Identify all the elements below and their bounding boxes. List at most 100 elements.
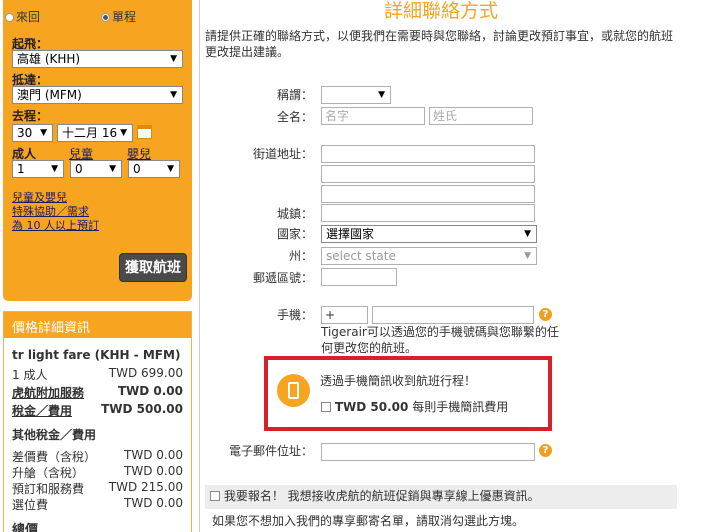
- price-row: 預訂和服務費 TWD 215.00: [12, 480, 183, 497]
- mobile-number-input[interactable]: [372, 306, 534, 324]
- one-way-label: 單程: [112, 10, 137, 24]
- sms-itinerary-box: 透過手機簡訊收到航班行程！ TWD 50.00 每則手機簡訊費用: [264, 356, 552, 431]
- fare-title: tr light fare (KHH - MFM): [12, 348, 183, 362]
- price-row: 差價費（含稅） TWD 0.00: [12, 448, 183, 465]
- adults-value: 1: [17, 162, 25, 176]
- sms-description: 每則手機簡訊費用: [412, 400, 509, 414]
- price-row-label: 升艙（含稅）: [12, 466, 85, 480]
- email-label: 電子郵件位址：: [228, 444, 313, 458]
- depart-label: 去程：: [12, 109, 49, 123]
- adults-select[interactable]: 1 ▼: [12, 160, 64, 178]
- to-select[interactable]: 澳門 (MFM) ▼: [12, 86, 183, 104]
- country-label: 國家：: [276, 227, 313, 241]
- taxes-fees-link[interactable]: 稅金／費用: [12, 404, 72, 418]
- infants-select[interactable]: 0 ▼: [128, 160, 180, 178]
- last-name-input[interactable]: 姓氏: [429, 107, 533, 125]
- from-select[interactable]: 高雄 (KHH) ▼: [12, 50, 183, 68]
- page-title: 詳細聯絡方式: [384, 0, 499, 22]
- help-icon[interactable]: ?: [539, 444, 552, 457]
- price-row-amount: TWD 0.00: [124, 464, 183, 478]
- price-row-label: 預訂和服務費: [12, 482, 85, 496]
- depart-day-value: 30: [17, 126, 33, 140]
- newsletter-checkbox[interactable]: [210, 491, 220, 501]
- mobile-country-code-input[interactable]: +: [321, 306, 368, 324]
- price-row: 升艙（含稅） TWD 0.00: [12, 464, 183, 481]
- chevron-down-icon: ▼: [524, 229, 531, 239]
- chevron-down-icon: ▼: [170, 54, 177, 64]
- group-booking-link[interactable]: 為 10 人以上預訂: [12, 217, 99, 233]
- price-row: 1 成人 TWD 699.00: [12, 366, 183, 383]
- country-select[interactable]: 選擇國家 ▼: [321, 225, 537, 243]
- price-row-label: 1 成人: [12, 368, 48, 382]
- street-address-line3[interactable]: [321, 185, 535, 203]
- price-row-amount: TWD 215.00: [108, 480, 183, 494]
- street-address-label: 街道地址：: [252, 147, 313, 161]
- sms-checkbox[interactable]: [321, 402, 331, 412]
- postcode-label: 郵遞區號：: [252, 271, 313, 285]
- price-row-amount: TWD 500.00: [101, 402, 183, 416]
- depart-month-value: 十二月 16: [62, 126, 118, 140]
- mobile-phone-icon: [277, 374, 310, 407]
- sms-title: 透過手機簡訊收到航班行程！: [320, 374, 477, 388]
- chevron-down-icon: ▼: [40, 128, 47, 138]
- intro-text: 請提供正確的聯絡方式，以便我們在需要時與您聯絡，討論更改預訂事宜，或就您的航班更…: [205, 29, 674, 59]
- price-row-amount: TWD 0.00: [117, 384, 183, 398]
- price-details-panel: 價格詳細資訊 tr light fare (KHH - MFM) 1 成人 TW…: [3, 311, 192, 532]
- chevron-down-icon: ▼: [167, 164, 174, 174]
- total-label-text: 總價: [12, 523, 39, 532]
- city-label: 城鎮：: [276, 207, 313, 221]
- depart-month-select[interactable]: 十二月 16 ▼: [57, 124, 133, 142]
- total-label: 總價: [12, 519, 183, 532]
- newsletter-description: 我想接收虎航的航班促銷與專享線上優惠資訊。: [287, 489, 540, 503]
- price-details-header: 價格詳細資訊: [4, 312, 191, 338]
- one-way-radio[interactable]: 單程: [101, 8, 136, 25]
- salutation-select[interactable]: ▼: [321, 86, 391, 104]
- chevron-down-icon: ▼: [524, 251, 531, 261]
- children-value: 0: [75, 162, 83, 176]
- sms-option-row[interactable]: TWD 50.00 每則手機簡訊費用: [321, 398, 508, 415]
- price-row: 選位費 TWD 0.00: [12, 496, 183, 513]
- first-name-input[interactable]: 名字: [321, 107, 425, 125]
- state-value: select state: [326, 249, 396, 263]
- to-value: 澳門 (MFM): [17, 88, 82, 102]
- depart-day-select[interactable]: 30 ▼: [12, 124, 53, 142]
- chevron-down-icon: ▼: [170, 90, 177, 100]
- price-row: 稅金／費用 TWD 500.00: [12, 402, 183, 419]
- fullname-label: 全名：: [276, 110, 313, 124]
- postcode-input[interactable]: [321, 268, 397, 286]
- radio-selected-icon: [101, 13, 110, 22]
- search-flights-button[interactable]: 獲取航班: [119, 253, 187, 282]
- addon-services-link[interactable]: 虎航附加服務: [12, 386, 84, 400]
- calendar-icon[interactable]: [137, 125, 152, 139]
- other-fees-title-text: 其他稅金／費用: [12, 428, 97, 442]
- sms-price: TWD 50.00: [334, 400, 409, 414]
- city-input[interactable]: [321, 204, 535, 222]
- price-row-label: 差價費（含稅）: [12, 450, 97, 464]
- round-trip-radio[interactable]: 來回: [5, 8, 40, 25]
- chevron-down-icon: ▼: [51, 164, 58, 174]
- price-row-amount: TWD 0.00: [124, 448, 183, 462]
- price-row-amount: TWD 699.00: [108, 366, 183, 380]
- infants-value: 0: [133, 162, 141, 176]
- optout-note: 如果您不想加入我們的專享郵寄名單，請取消勾選此方塊。: [212, 514, 525, 528]
- price-row: 虎航附加服務 TWD 0.00: [12, 384, 183, 401]
- other-fees-title: 其他稅金／費用: [12, 426, 183, 443]
- price-row-amount: TWD 0.00: [124, 496, 183, 510]
- country-value: 選擇國家: [326, 227, 375, 241]
- state-select[interactable]: select state ▼: [321, 247, 537, 265]
- help-icon[interactable]: ?: [539, 308, 552, 321]
- mobile-note: Tigerair可以透過您的手機號碼與您聯繫的任何更改您的航班。: [321, 325, 559, 355]
- newsletter-label: 我要報名！: [223, 489, 284, 503]
- street-address-line1[interactable]: [321, 145, 535, 163]
- chevron-down-icon: ▼: [109, 164, 116, 174]
- street-address-line2[interactable]: [321, 165, 535, 183]
- email-input[interactable]: [321, 443, 535, 461]
- round-trip-label: 來回: [16, 10, 41, 24]
- mobile-label: 手機：: [276, 308, 313, 322]
- column-divider: [199, 0, 200, 532]
- flight-search-panel: 來回 單程 起飛： 高雄 (KHH) ▼ 抵達： 澳門 (MFM) ▼ 去程： 30…: [3, 0, 192, 301]
- radio-icon: [5, 13, 14, 22]
- chevron-down-icon: ▼: [120, 128, 127, 138]
- salutation-label: 稱謂：: [276, 88, 313, 102]
- children-select[interactable]: 0 ▼: [70, 160, 122, 178]
